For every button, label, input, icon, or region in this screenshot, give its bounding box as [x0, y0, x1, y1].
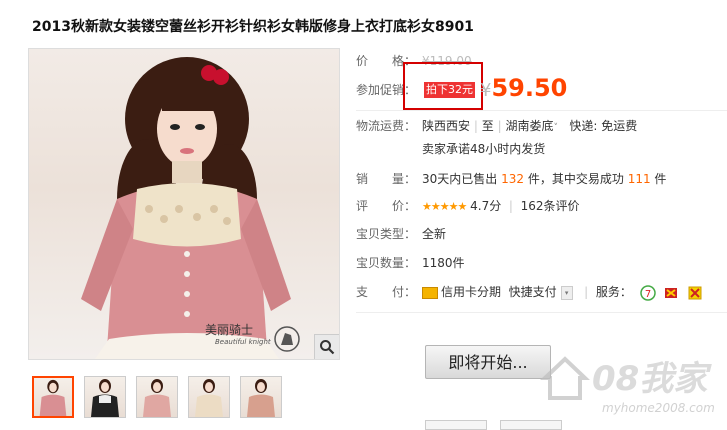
divider	[356, 312, 727, 313]
sales-suffix: 件	[654, 172, 667, 186]
thumbnail-3[interactable]	[136, 376, 178, 418]
type-label: 宝贝类型：	[356, 227, 417, 241]
thumbnail-2[interactable]	[84, 376, 126, 418]
bottom-tab-1[interactable]	[425, 420, 487, 430]
ship-from: 陕西西安	[422, 119, 471, 133]
star-rating-icon: ★★★★★	[422, 200, 467, 213]
shipping-label: 物流运费：	[356, 119, 417, 133]
payment-row: 支 付： 信用卡分期 快捷支付 ▾ | 服务： 7	[356, 282, 703, 302]
site-watermark: 08我家 myhome2008.com	[540, 345, 720, 425]
chevron-down-icon[interactable]: ˅	[553, 123, 558, 133]
watermark-url: myhome2008.com	[602, 401, 715, 415]
thumbnail-image	[91, 379, 119, 417]
shipping-row: 物流运费： 陕西西安 | 至 | 湖南娄底˅ 快递: 免运费	[356, 116, 637, 136]
thumbnail-image	[247, 379, 275, 417]
sales-mid: 件，其中交易成功	[527, 172, 624, 186]
ship-divider-2: |	[497, 119, 502, 133]
rating-row: 评 价： ★★★★★ 4.7分 | 162条评价	[356, 196, 579, 216]
payment-option-quick[interactable]: 快捷支付	[509, 285, 557, 299]
thumbnail-image	[195, 379, 223, 417]
guarantee-icon[interactable]	[663, 285, 679, 301]
quantity-label: 宝贝数量：	[356, 256, 417, 270]
ship-to-selector[interactable]: 湖南娄底	[505, 119, 553, 133]
sales-row: 销 量： 30天内已售出 132 件，其中交易成功 111 件	[356, 169, 666, 189]
product-photo-illustration	[81, 57, 300, 359]
zoom-button[interactable]	[314, 334, 339, 359]
thumbnail-image	[143, 379, 171, 417]
ship-sep: 至	[481, 119, 494, 133]
thumbnail-1[interactable]	[32, 376, 74, 418]
rating-score: 4.7分	[470, 199, 502, 213]
sales-label: 销 量：	[356, 172, 417, 186]
ship-promise: 卖家承诺48小时内发货	[422, 142, 546, 156]
credit-card-icon	[422, 286, 438, 299]
bottom-tab-2[interactable]	[500, 420, 562, 430]
payment-divider: |	[584, 285, 589, 299]
currency-symbol: ¥	[480, 80, 492, 101]
rating-divider: |	[508, 199, 513, 213]
seven-day-return-icon[interactable]: 7	[639, 284, 656, 301]
promo-price: ¥59.50	[480, 74, 567, 102]
brand-logo-subtext: Beautiful knight	[215, 338, 271, 346]
payment-label: 支 付：	[356, 285, 417, 299]
success-count: 111	[627, 172, 651, 186]
rating-label: 评 价：	[356, 199, 417, 213]
quantity-value: 1180件	[422, 256, 465, 270]
thumbnail-5[interactable]	[240, 376, 282, 418]
shipping-fee: 快递: 免运费	[569, 119, 638, 133]
price-value: 59.50	[491, 74, 568, 102]
thumbnail-strip	[32, 376, 282, 418]
type-row: 宝贝类型： 全新	[356, 224, 446, 244]
main-product-image[interactable]: 美丽骑士 Beautiful knight	[28, 48, 340, 360]
buy-now-button[interactable]: 即将开始...	[425, 345, 551, 379]
thumbnail-4[interactable]	[188, 376, 230, 418]
highlight-box	[403, 62, 483, 110]
divider	[356, 110, 727, 111]
watermark-text: 08我家	[592, 359, 708, 399]
service-label: 服务：	[595, 285, 632, 299]
authentic-icon[interactable]	[687, 285, 703, 301]
payment-option-credit[interactable]: 信用卡分期	[441, 285, 501, 299]
product-title: 2013秋新款女装镂空蕾丝衫开衫针织衫女韩版修身上衣打底衫女8901	[32, 19, 474, 35]
type-value: 全新	[422, 227, 447, 241]
brand-logo-text: 美丽骑士	[205, 323, 254, 337]
svg-text:7: 7	[644, 289, 650, 300]
magnifier-icon	[320, 340, 335, 355]
ship-promise-row: 卖家承诺48小时内发货	[422, 139, 545, 159]
sales-prefix: 30天内已售出	[422, 172, 498, 186]
dropdown-arrow-icon[interactable]: ▾	[560, 285, 573, 300]
sold-count: 132	[501, 172, 525, 186]
thumbnail-image	[39, 379, 67, 416]
ship-divider: |	[473, 119, 478, 133]
quantity-row: 宝贝数量： 1180件	[356, 253, 465, 273]
review-count-link[interactable]: 162条评价	[521, 199, 580, 213]
